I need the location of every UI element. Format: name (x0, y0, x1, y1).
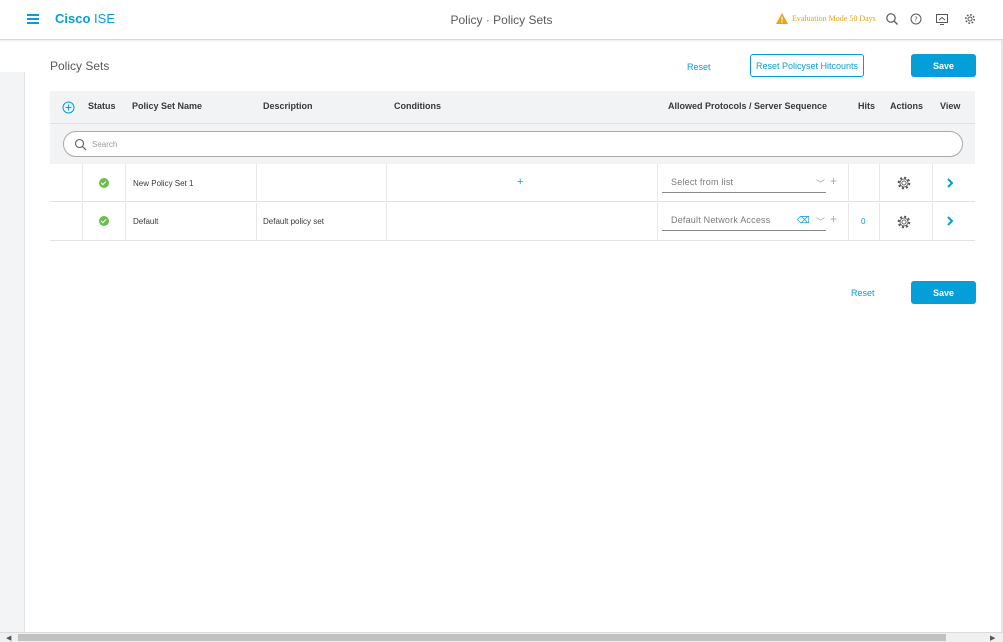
cell-divider (256, 164, 257, 202)
column-header-name[interactable]: Policy Set Name (132, 101, 202, 111)
column-header-view[interactable]: View (940, 101, 960, 111)
chevron-down-icon[interactable]: ﹀ (816, 177, 825, 190)
chevron-down-icon[interactable]: ﹀ (816, 215, 825, 228)
column-header-status[interactable]: Status (88, 101, 116, 111)
cell-divider (848, 203, 849, 241)
cell-divider (848, 164, 849, 202)
plus-icon[interactable]: + (830, 212, 837, 226)
scroll-right-icon[interactable]: ▶ (990, 634, 995, 642)
add-circle-icon[interactable] (62, 101, 75, 114)
status-enabled-icon[interactable] (99, 178, 109, 188)
cell-divider (657, 164, 658, 202)
cell-divider (125, 203, 126, 241)
left-rail (0, 72, 25, 632)
table-header: Status Policy Set Name Description Condi… (50, 91, 975, 123)
column-header-conditions[interactable]: Conditions (394, 101, 441, 111)
screen-share-icon[interactable] (935, 12, 949, 26)
horizontal-scrollbar[interactable]: ◀ ▶ (0, 632, 1003, 642)
status-enabled-icon[interactable] (99, 216, 109, 226)
cell-divider (932, 164, 933, 202)
scroll-left-icon[interactable]: ◀ (6, 634, 11, 642)
column-header-description[interactable]: Description (263, 101, 313, 111)
search-icon (74, 138, 87, 151)
allowed-protocols-select[interactable]: Select from list ﹀ (662, 173, 826, 193)
scrollbar-thumb[interactable] (18, 634, 946, 641)
cell-divider (879, 164, 880, 202)
help-icon[interactable]: ? (909, 12, 923, 26)
reset-hitcounts-button[interactable]: Reset Policyset Hitcounts (750, 54, 864, 77)
chevron-right-icon[interactable] (946, 178, 954, 188)
footer-reset-button[interactable]: Reset (851, 288, 875, 298)
table-row[interactable]: New Policy Set 1 + Select from list ﹀ + (50, 164, 975, 202)
search-input[interactable] (92, 137, 952, 152)
cell-divider (386, 164, 387, 202)
policy-set-name[interactable]: Default (133, 217, 158, 226)
section-title: Policy Sets (50, 59, 110, 73)
footer-save-button[interactable]: Save (911, 281, 976, 304)
allowed-protocols-value: Select from list (671, 177, 734, 187)
chevron-right-icon[interactable] (946, 216, 954, 226)
cell-divider (82, 203, 83, 241)
policy-set-description: Default policy set (263, 217, 324, 226)
cell-divider (879, 203, 880, 241)
search-box[interactable] (63, 131, 963, 157)
add-condition-button[interactable]: + (517, 176, 523, 188)
plus-icon[interactable]: + (830, 174, 837, 188)
policy-set-name[interactable]: New Policy Set 1 (133, 179, 193, 188)
evaluation-text: Evaluation Mode 50 Days (792, 14, 876, 23)
cell-divider (657, 203, 658, 241)
allowed-protocols-value: Default Network Access (671, 215, 771, 225)
table-row[interactable]: Default Default policy set Default Netwo… (50, 203, 975, 241)
hits-count[interactable]: 0 (861, 217, 865, 226)
search-icon[interactable] (885, 12, 899, 26)
gear-icon[interactable] (963, 12, 977, 26)
cell-divider (256, 203, 257, 241)
evaluation-badge[interactable]: Evaluation Mode 50 Days (776, 13, 876, 24)
top-header: Cisco ISE Policy · Policy Sets Evaluatio… (0, 0, 1003, 40)
allowed-protocols-select[interactable]: Default Network Access ⌫ ﹀ (662, 211, 826, 231)
cell-divider (386, 203, 387, 241)
column-header-actions[interactable]: Actions (890, 101, 923, 111)
gear-icon[interactable] (896, 214, 912, 230)
svg-text:?: ? (914, 16, 918, 24)
cell-divider (932, 203, 933, 241)
cell-divider (125, 164, 126, 202)
save-button[interactable]: Save (911, 54, 976, 77)
reset-button[interactable]: Reset (687, 62, 711, 72)
column-header-hits[interactable]: Hits (858, 101, 875, 111)
clear-icon[interactable]: ⌫ (797, 215, 810, 226)
cell-divider (82, 164, 83, 202)
gear-icon[interactable] (896, 175, 912, 191)
column-header-protocols[interactable]: Allowed Protocols / Server Sequence (668, 101, 827, 111)
warning-icon (776, 13, 788, 24)
